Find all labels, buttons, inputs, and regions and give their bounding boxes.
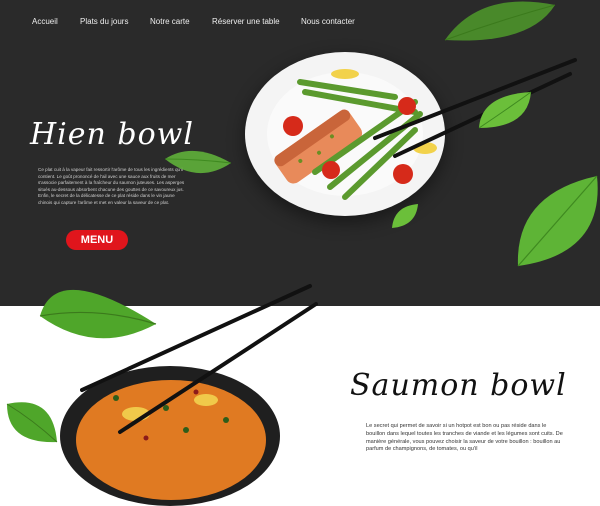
leaf-icon	[517, 175, 598, 267]
leaf-icon	[478, 91, 532, 129]
nav-item-notre-carte[interactable]: Notre carte	[150, 17, 190, 26]
dish2-title: Saumon bowl	[350, 368, 567, 403]
leaf-icon	[164, 150, 232, 174]
chopsticks-icon	[80, 284, 318, 434]
leaf-icon	[6, 402, 58, 443]
nav-item-contact[interactable]: Nous contacter	[301, 17, 355, 26]
leaf-icon	[392, 204, 418, 228]
dish2-description: Le secret qui permet de savoir si un hot…	[366, 423, 563, 453]
nav-item-accueil[interactable]: Accueil	[32, 17, 58, 26]
leaf-icon	[444, 1, 556, 41]
nav-item-plats-du-jours[interactable]: Plats du jours	[80, 17, 128, 26]
menu-button[interactable]: MENU	[66, 230, 128, 250]
nav-item-reserver[interactable]: Réserver une table	[212, 17, 280, 26]
